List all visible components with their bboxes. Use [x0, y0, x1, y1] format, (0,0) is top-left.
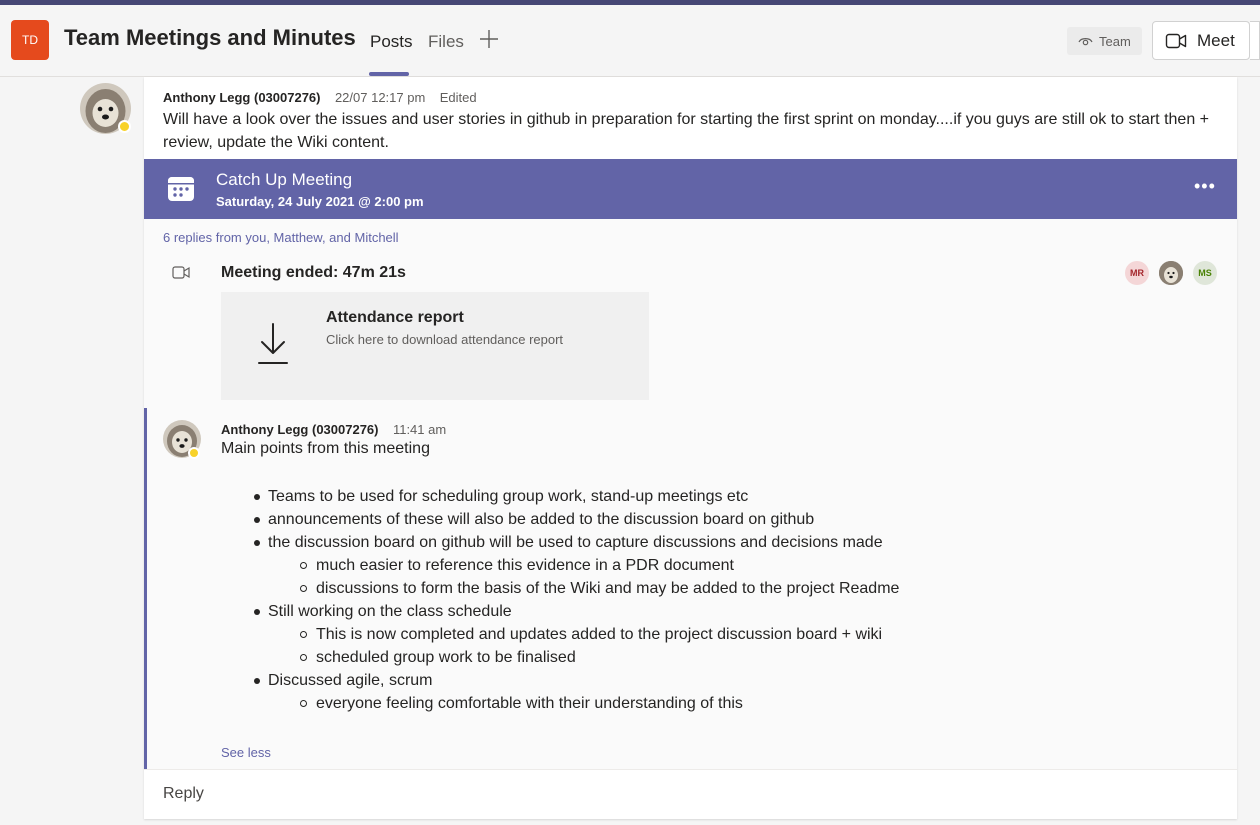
see-less-link[interactable]: See less [221, 745, 271, 760]
eye-icon [1078, 38, 1093, 46]
participant-avatar[interactable]: MS [1193, 261, 1217, 285]
bullet-marker [254, 540, 260, 546]
bullet-marker [300, 631, 307, 638]
reply-time: 11:41 am [392, 422, 447, 437]
list-item-text: announcements of these will also be adde… [268, 511, 815, 528]
bullet-marker [300, 700, 307, 707]
list-item-text: everyone feeling comfortable with their … [316, 695, 743, 712]
reply-box[interactable]: Reply [144, 769, 1237, 819]
meet-dropdown-button[interactable] [1250, 21, 1260, 60]
tab-posts[interactable]: Posts [370, 32, 413, 52]
list-item: Still working on the class schedule [254, 600, 1218, 623]
post-edited-label: Edited [439, 90, 477, 105]
list-item-text: Still working on the class schedule [268, 603, 512, 620]
dog-photo-icon [1159, 261, 1183, 285]
meeting-title: Catch Up Meeting [216, 170, 353, 189]
reply-intro: Main points from this meeting [221, 440, 430, 457]
list-item: everyone feeling comfortable with their … [268, 692, 1218, 715]
meeting-ended-icon [172, 266, 190, 279]
reply-thread-indicator [144, 408, 147, 769]
bullet-marker [300, 654, 307, 661]
list-item-text: scheduled group work to be finalised [316, 649, 576, 666]
list-item: scheduled group work to be finalised [268, 646, 1218, 669]
plus-icon[interactable] [478, 28, 500, 50]
list-item-text: discussions to form the basis of the Wik… [316, 580, 900, 597]
away-status-icon [188, 447, 200, 459]
bullet-marker [254, 609, 260, 615]
post-card: Anthony Legg (03007276) 22/07 12:17 pm E… [144, 77, 1237, 819]
attendance-subtitle: Click here to download attendance report [326, 332, 564, 347]
bullet-marker [254, 494, 260, 500]
bullet-marker [300, 562, 307, 569]
list-item: This is now completed and updates added … [268, 623, 1218, 646]
list-item-text: Teams to be used for scheduling group wo… [268, 488, 749, 505]
reply-author[interactable]: Anthony Legg (03007276) [221, 422, 379, 437]
post-meta: Anthony Legg (03007276) 22/07 12:17 pm E… [163, 90, 477, 105]
tab-files[interactable]: Files [428, 32, 464, 52]
participant-avatar-photo[interactable] [1159, 261, 1183, 285]
list-item: Discussed agile, scrum [254, 669, 1218, 692]
calendar-icon [168, 177, 194, 201]
reply-label: Reply [163, 785, 204, 802]
list-item: the discussion board on github will be u… [254, 531, 1218, 554]
list-item: announcements of these will also be adde… [254, 508, 1218, 531]
bullet-marker [254, 678, 260, 684]
list-item-text: much easier to reference this evidence i… [316, 557, 734, 574]
meeting-date: Saturday, 24 July 2021 @ 2:00 pm [216, 194, 424, 209]
meeting-ended-text: Meeting ended: 47m 21s [221, 264, 406, 281]
list-item: discussions to form the basis of the Wik… [268, 577, 1218, 600]
post-body: Will have a look over the issues and use… [163, 111, 1209, 151]
active-tab-indicator [369, 72, 409, 76]
list-item-text: Discussed agile, scrum [268, 672, 433, 689]
post-message: Anthony Legg (03007276) 22/07 12:17 pm E… [144, 77, 1237, 159]
list-item: much easier to reference this evidence i… [268, 554, 1218, 577]
more-options-icon[interactable]: ••• [1194, 176, 1216, 197]
participant-avatar[interactable]: MR [1125, 261, 1149, 285]
list-item-text: This is now completed and updates added … [316, 626, 883, 643]
meeting-points-list: Teams to be used for scheduling group wo… [254, 485, 1218, 715]
channel-header: TD Team Meetings and Minutes Posts Files… [0, 5, 1260, 77]
away-status-icon [118, 120, 131, 133]
video-camera-icon [1165, 33, 1187, 48]
replies-summary-link[interactable]: 6 replies from you, Matthew, and Mitchel… [163, 230, 399, 245]
bullet-marker [254, 517, 260, 523]
team-avatar[interactable]: TD [11, 20, 49, 60]
team-button-label: Team [1099, 33, 1131, 49]
attendance-title: Attendance report [326, 309, 464, 326]
list-item-text: the discussion board on github will be u… [268, 534, 883, 551]
bullet-marker [300, 585, 307, 592]
team-button[interactable]: Team [1067, 27, 1142, 55]
post-author[interactable]: Anthony Legg (03007276) [163, 90, 321, 105]
download-icon [258, 323, 288, 364]
attendance-report-card[interactable]: Attendance report Click here to download… [221, 292, 649, 400]
meet-button-label: Meet [1197, 30, 1235, 50]
channel-title: Team Meetings and Minutes [64, 25, 356, 50]
post-time: 22/07 12:17 pm [334, 90, 426, 105]
meet-button[interactable]: Meet [1152, 21, 1250, 60]
reply-meta: Anthony Legg (03007276) 11:41 am [221, 422, 446, 437]
list-item: Teams to be used for scheduling group wo… [254, 485, 1218, 508]
meeting-banner[interactable]: Catch Up Meeting Saturday, 24 July 2021 … [144, 159, 1237, 219]
